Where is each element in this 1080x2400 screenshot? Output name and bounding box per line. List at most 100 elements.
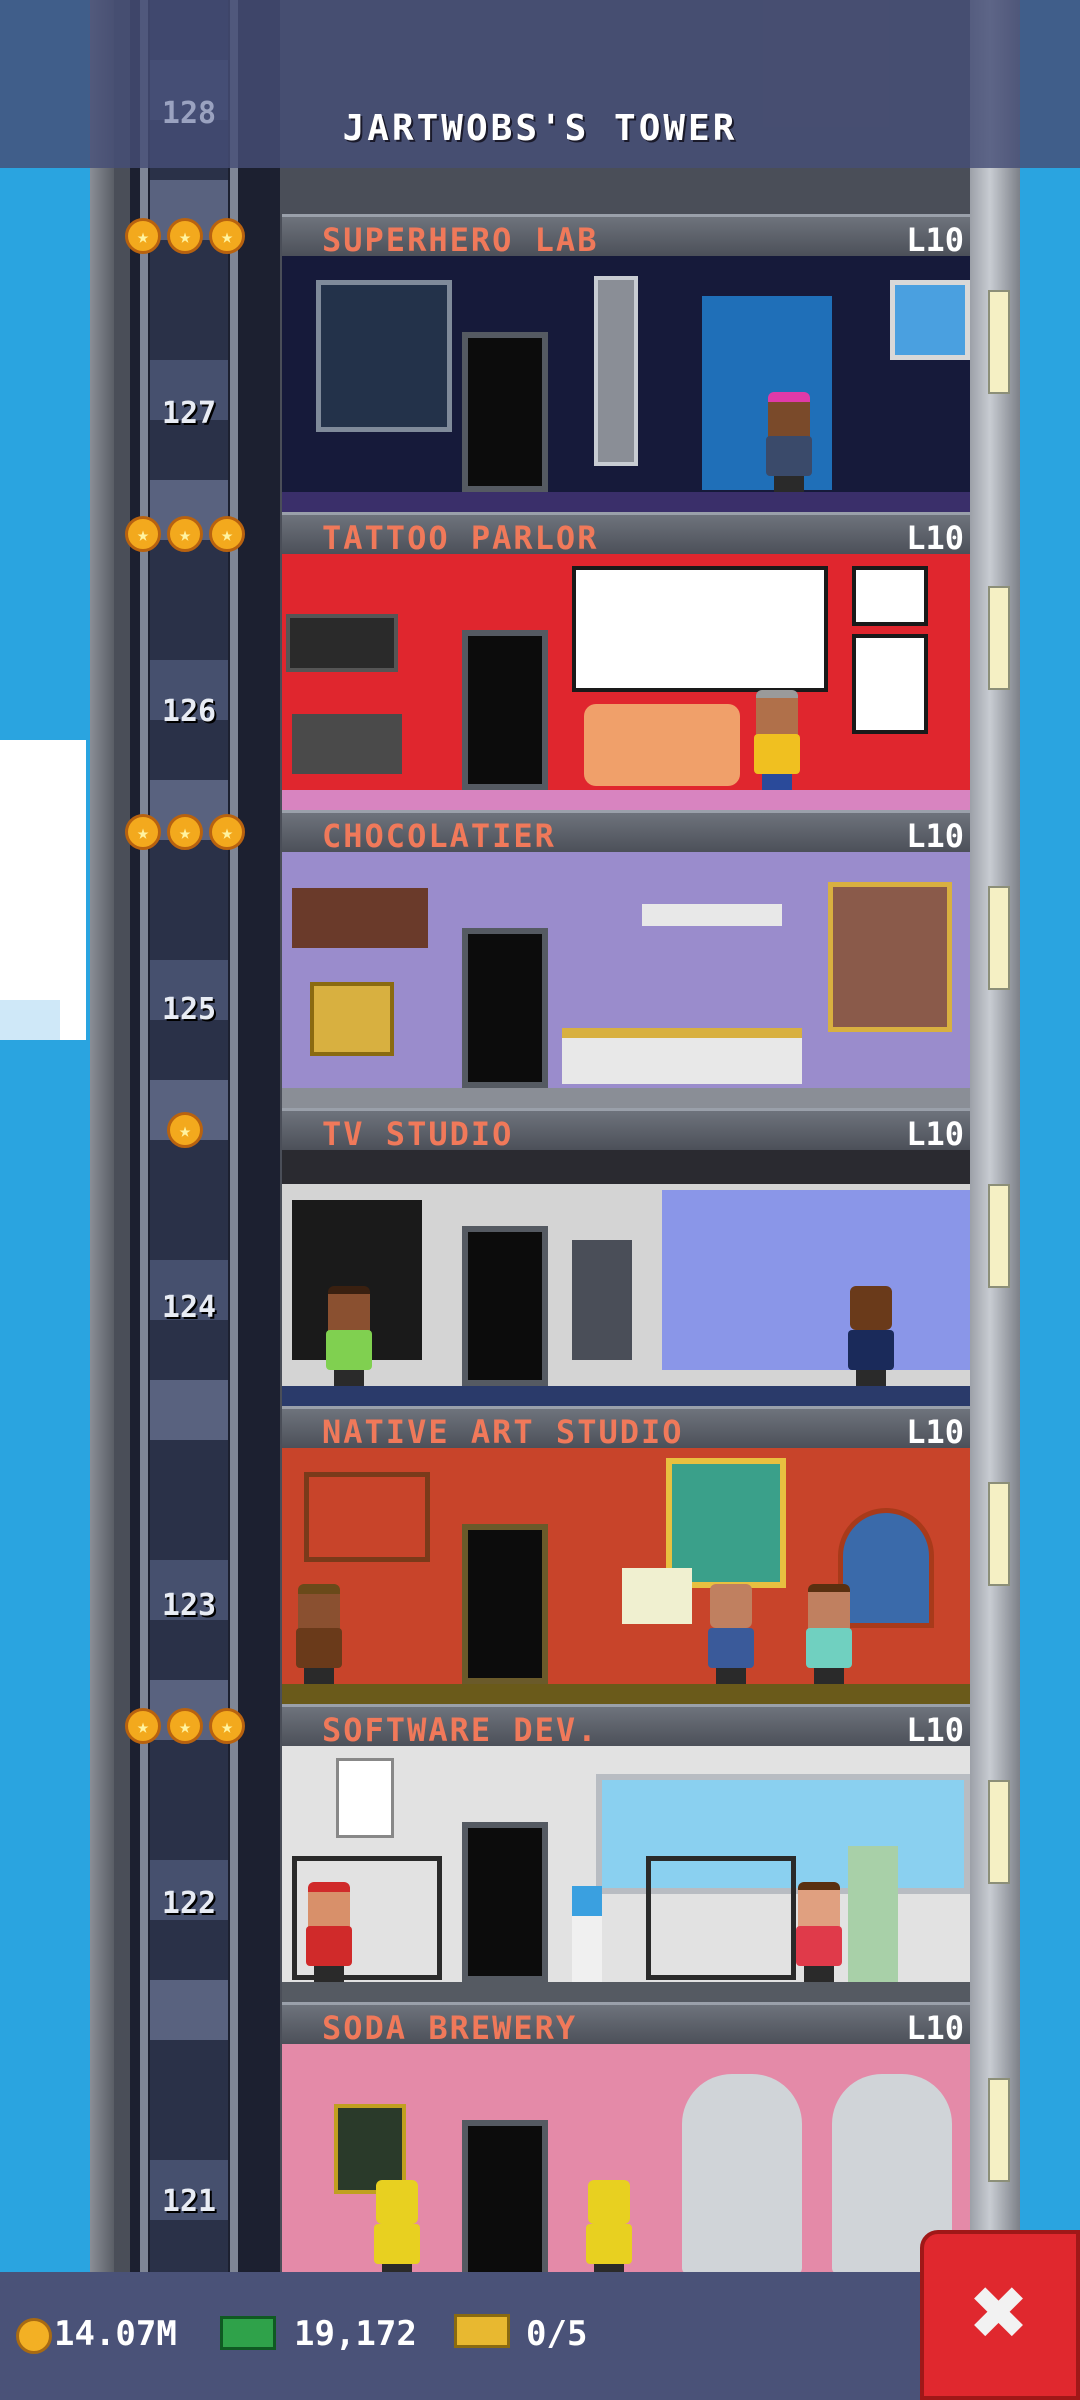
floor-number: 123 xyxy=(161,1588,217,1623)
chocolate-vat xyxy=(828,882,952,1032)
close-button[interactable]: ✖ xyxy=(920,2230,1080,2400)
floor-level: L10 xyxy=(906,817,964,855)
star-icon: ★ xyxy=(167,1708,203,1744)
worker[interactable] xyxy=(844,1286,898,1386)
floor-level: L10 xyxy=(906,1115,964,1153)
window-light xyxy=(988,1780,1010,1884)
star-icon: ★ xyxy=(209,516,245,552)
floor-surface xyxy=(282,1684,970,1704)
floor-stars: ★ ★ ★ xyxy=(120,516,250,552)
door xyxy=(462,332,548,492)
worker[interactable] xyxy=(704,1584,758,1684)
tattoo-chair xyxy=(292,714,402,774)
floor-number: 121 xyxy=(161,2184,217,2219)
worker[interactable] xyxy=(582,2180,636,2280)
star-icon: ★ xyxy=(209,218,245,254)
star-icon: ★ xyxy=(125,516,161,552)
tickets-count[interactable]: 0/5 xyxy=(526,2314,587,2354)
water-cooler xyxy=(572,1886,602,1982)
floor-stars: ★ xyxy=(120,1112,250,1148)
worker[interactable] xyxy=(322,1286,376,1386)
worker[interactable] xyxy=(302,1882,356,1982)
floor-number: 126 xyxy=(161,694,217,729)
floor-software-dev[interactable]: SOFTWARE DEV. L10 xyxy=(282,1704,970,2002)
window-light xyxy=(988,290,1010,394)
room-interior xyxy=(282,256,970,512)
tower-edge-left xyxy=(90,0,114,2272)
star-icon: ★ xyxy=(125,1708,161,1744)
sofa xyxy=(584,704,740,786)
ticket-icon xyxy=(454,2314,510,2348)
tower: ★ ★ ★ 127 SUPERHERO LAB L10 ★ ★ ★ 126 TATTOO… xyxy=(90,0,1020,2300)
floor-stars: ★ ★ ★ xyxy=(120,218,250,254)
star-icon: ★ xyxy=(167,814,203,850)
bux-count[interactable]: 19,172 xyxy=(294,2314,417,2354)
floor-number: 122 xyxy=(161,1886,217,1921)
door xyxy=(462,1524,548,1684)
worker[interactable] xyxy=(750,690,804,790)
flash-art-frame xyxy=(852,566,928,626)
room-interior xyxy=(282,554,970,810)
worker[interactable] xyxy=(792,1882,846,1982)
bux-icon xyxy=(220,2316,276,2350)
worker[interactable] xyxy=(292,1584,346,1684)
floor-tv-studio[interactable]: TV STUDIO L10 xyxy=(282,1108,970,1406)
floor-name: NATIVE ART STUDIO xyxy=(322,1413,684,1451)
melting-pot xyxy=(310,982,394,1056)
window-light xyxy=(988,586,1010,690)
counter xyxy=(562,1028,802,1084)
room-interior xyxy=(282,1150,970,1406)
window-light xyxy=(988,2078,1010,2182)
star-icon: ★ xyxy=(167,516,203,552)
dna-tube xyxy=(594,276,638,466)
floor-name: SOFTWARE DEV. xyxy=(322,1711,599,1749)
floor-sign: CHOCOLATIER L10 xyxy=(282,810,970,855)
desk xyxy=(646,1856,796,1980)
coin-icon xyxy=(16,2318,52,2354)
floor-level: L10 xyxy=(906,1413,964,1451)
room-interior xyxy=(282,1746,970,2002)
star-icon: ★ xyxy=(167,218,203,254)
floor-level: L10 xyxy=(906,2009,964,2047)
star-icon: ★ xyxy=(125,218,161,254)
floor-native-art-studio[interactable]: NATIVE ART STUDIO L10 xyxy=(282,1406,970,1704)
window-light xyxy=(988,1184,1010,1288)
floor-number: 127 xyxy=(161,396,217,431)
door xyxy=(462,1226,548,1386)
calendar xyxy=(336,1758,394,1838)
room-interior xyxy=(282,1448,970,1704)
worker[interactable] xyxy=(802,1584,856,1684)
tower-header: 128 JARTWOBS'S TOWER xyxy=(0,0,1080,168)
hologram-screen xyxy=(316,280,452,432)
floor-surface xyxy=(282,1386,970,1406)
window-light xyxy=(988,1482,1010,1586)
floor-superhero-lab[interactable]: SUPERHERO LAB L10 xyxy=(282,214,970,512)
easel-painting xyxy=(622,1568,692,1624)
door xyxy=(462,630,548,790)
soda-tank xyxy=(682,2074,802,2274)
coins-count[interactable]: 14.07M xyxy=(54,2314,177,2354)
status-bar: 14.07M 19,172 0/5 xyxy=(0,2272,1080,2400)
filing-cabinet xyxy=(848,1846,898,1982)
room-interior xyxy=(282,2044,970,2300)
floor-soda-brewery[interactable]: SODA BREWERY L10 xyxy=(282,2002,970,2300)
floor-chocolatier[interactable]: CHOCOLATIER L10 xyxy=(282,810,970,1108)
star-icon: ★ xyxy=(125,814,161,850)
chocolate-shelf xyxy=(292,888,428,948)
floor-sign: NATIVE ART STUDIO L10 xyxy=(282,1406,970,1451)
floor-level: L10 xyxy=(906,221,964,259)
cloud xyxy=(0,1000,60,1040)
star-icon: ★ xyxy=(209,814,245,850)
floor-tattoo-parlor[interactable]: TATTOO PARLOR L10 xyxy=(282,512,970,810)
floor-sign: SODA BREWERY L10 xyxy=(282,2002,970,2047)
floor-level: L10 xyxy=(906,519,964,557)
tv-set-backdrop xyxy=(662,1190,970,1370)
tower-title[interactable]: JARTWOBS'S TOWER xyxy=(0,108,1080,149)
worker[interactable] xyxy=(762,392,816,492)
world-map xyxy=(890,280,970,360)
floor-level: L10 xyxy=(906,1711,964,1749)
worker[interactable] xyxy=(370,2180,424,2280)
door xyxy=(462,1822,548,1982)
flash-art-wall xyxy=(572,566,828,692)
floor-surface xyxy=(282,1088,970,1108)
